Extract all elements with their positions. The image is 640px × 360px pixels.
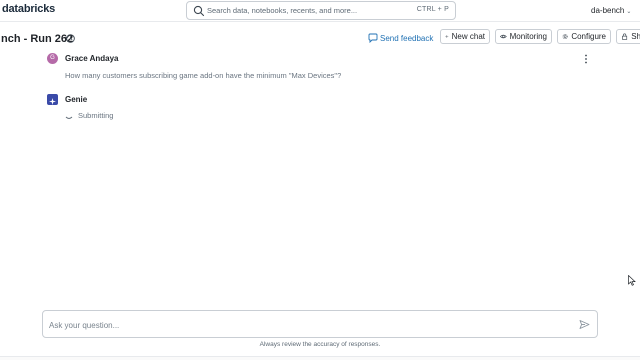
genie-message: Genie Submitting (47, 94, 607, 124)
user-name: Grace Andaya (65, 54, 119, 63)
question-input-box[interactable] (42, 310, 598, 338)
genie-name: Genie (65, 95, 88, 104)
space-header: nch - Run 262 Send feedback New chat Mon… (0, 28, 640, 46)
configure-label: Configure (571, 32, 606, 41)
global-search-box[interactable]: Search data, notebooks, recents, and mor… (186, 1, 456, 20)
search-icon (193, 5, 205, 17)
genie-status: Submitting (65, 111, 113, 120)
configure-button[interactable]: Configure (557, 29, 611, 44)
gear-icon (562, 34, 568, 39)
databricks-logo[interactable]: databricks (2, 3, 55, 15)
monitoring-label: Monitoring (509, 32, 547, 41)
new-chat-label: New chat (451, 32, 485, 41)
search-shortcut: CTRL + P (416, 6, 449, 13)
plus-icon (445, 35, 449, 38)
history-icon[interactable] (65, 33, 76, 44)
mouse-cursor-icon (628, 275, 636, 286)
new-chat-button[interactable]: New chat (440, 29, 490, 44)
lock-icon (622, 33, 628, 40)
workspace-switcher[interactable]: da-bench ⌄ (591, 6, 631, 15)
search-placeholder: Search data, notebooks, recents, and mor… (207, 6, 358, 15)
more-options-icon[interactable] (583, 54, 589, 64)
loading-spinner-icon (65, 116, 73, 119)
feedback-icon (368, 33, 378, 43)
send-icon[interactable] (579, 319, 590, 330)
share-label: Sh (631, 32, 640, 41)
send-feedback-label: Send feedback (380, 33, 434, 43)
workspace-name: da-bench (591, 6, 625, 15)
share-button[interactable]: Sh (616, 29, 640, 44)
question-input[interactable] (49, 318, 569, 332)
accuracy-disclaimer: Always review the accuracy of responses. (259, 341, 381, 348)
user-message: G Grace Andaya How many customers subscr… (47, 53, 607, 83)
user-question: How many customers subscribing game add-… (65, 71, 342, 80)
top-nav-bar: databricks Search data, notebooks, recen… (0, 0, 640, 22)
page-title: nch - Run 262 (1, 33, 74, 45)
chevron-down-icon: ⌄ (626, 9, 632, 15)
genie-avatar (47, 94, 58, 105)
send-feedback-link[interactable]: Send feedback (368, 31, 433, 45)
user-avatar: G (47, 53, 58, 64)
monitoring-button[interactable]: Monitoring (495, 29, 552, 44)
sparkle-icon (49, 98, 56, 105)
window-bottom-edge (0, 356, 640, 360)
eye-icon (500, 34, 507, 39)
genie-status-text: Submitting (78, 111, 114, 120)
